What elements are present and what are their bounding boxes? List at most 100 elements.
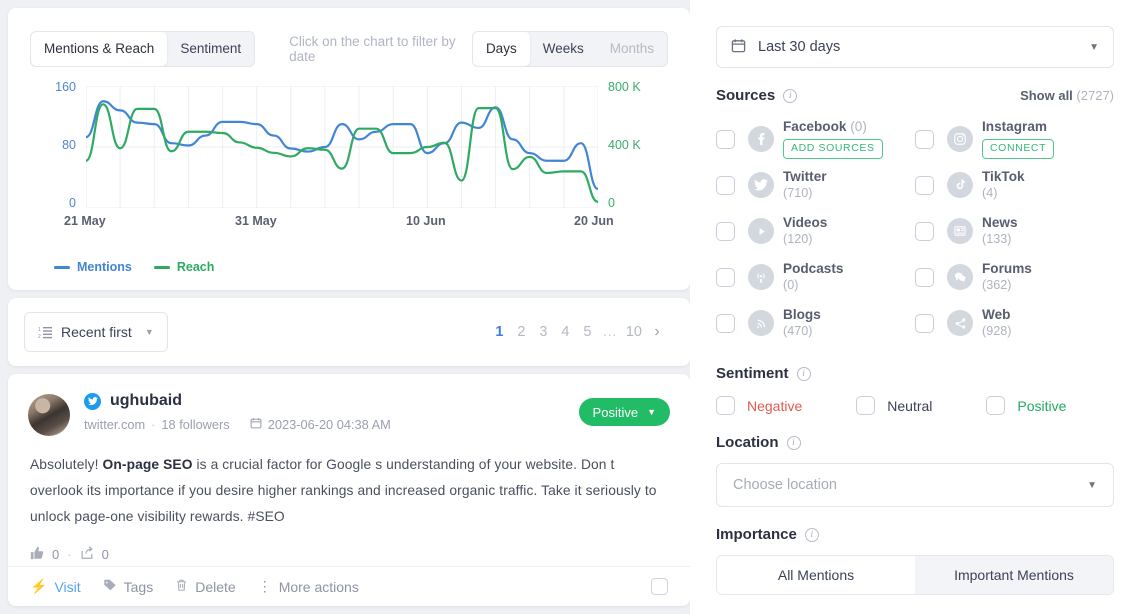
- avatar: [28, 394, 70, 436]
- source-checkbox-blogs[interactable]: [716, 313, 735, 333]
- legend-label-reach: Reach: [176, 260, 215, 274]
- source-item-web[interactable]: Web (928): [915, 300, 1114, 346]
- source-checkbox-facebook[interactable]: [716, 129, 735, 149]
- sentiment-option-positive[interactable]: Positive: [986, 396, 1066, 415]
- mention-sentiment-label: Positive: [592, 404, 639, 420]
- sentiment-checkbox-negative[interactable]: [716, 396, 735, 415]
- trash-icon: [175, 578, 188, 595]
- action-tags[interactable]: Tags: [103, 578, 153, 595]
- sentiment-option-negative[interactable]: Negative: [716, 396, 802, 415]
- info-icon[interactable]: i: [783, 88, 798, 103]
- sort-dropdown[interactable]: 1 2 Recent first ▼: [24, 312, 168, 352]
- source-text: TikTok (4): [982, 169, 1025, 202]
- info-icon[interactable]: i: [804, 527, 819, 542]
- sentiment-checkbox-neutral[interactable]: [856, 396, 876, 415]
- action-visit[interactable]: ⚡ Visit: [30, 578, 81, 595]
- svg-text:2: 2: [38, 334, 41, 339]
- page-10[interactable]: 10: [626, 324, 642, 340]
- next-page-icon[interactable]: ›: [650, 323, 664, 341]
- list-controls-card: 1 2 Recent first ▼ 1 2 3 4 5 … 10 ›: [8, 298, 690, 366]
- chart-card: Mentions & Reach Sentiment Click on the …: [8, 8, 690, 290]
- source-checkbox-tiktok[interactable]: [915, 175, 934, 195]
- mention-select-checkbox[interactable]: [651, 578, 668, 595]
- importance-tab-all[interactable]: All Mentions: [717, 556, 915, 594]
- source-text: Forums (362): [982, 261, 1032, 294]
- action-delete[interactable]: Delete: [175, 578, 236, 595]
- source-checkbox-news[interactable]: [915, 221, 934, 241]
- chart-plot-area[interactable]: 160 80 0 800 K 400 K 0 21 May 31 May 10 …: [8, 76, 690, 236]
- source-count: (470): [783, 323, 813, 338]
- source-text: Blogs (470): [783, 307, 821, 340]
- info-icon[interactable]: i: [786, 435, 801, 450]
- source-checkbox-web[interactable]: [915, 313, 934, 333]
- sources-total-count: (2727): [1076, 88, 1114, 103]
- source-checkbox-videos[interactable]: [716, 221, 735, 241]
- mention-header: ughubaid twitter.com · 18 followers 2023: [8, 374, 690, 436]
- source-item-forums[interactable]: Forums (362): [915, 254, 1114, 300]
- location-input[interactable]: Choose location ▼: [716, 463, 1114, 507]
- granularity-weeks[interactable]: Weeks: [530, 32, 597, 66]
- thumbs-up-icon: [30, 546, 44, 563]
- granularity-months[interactable]: Months: [597, 32, 667, 66]
- action-more[interactable]: ⋮ More actions: [258, 578, 359, 595]
- source-name: Twitter: [783, 168, 827, 184]
- source-action-connect[interactable]: CONNECT: [982, 139, 1055, 159]
- page-4[interactable]: 4: [558, 324, 572, 340]
- mention-likes: 0: [52, 547, 60, 562]
- tab-sentiment[interactable]: Sentiment: [167, 32, 254, 66]
- mention-body-highlight: On-page SEO: [102, 457, 193, 472]
- date-range-dropdown[interactable]: Last 30 days ▼: [716, 26, 1114, 68]
- source-item-facebook[interactable]: Facebook (0) ADD SOURCES: [716, 116, 915, 162]
- action-delete-label: Delete: [195, 578, 236, 595]
- info-icon[interactable]: i: [796, 366, 811, 381]
- sentiment-option-neutral[interactable]: Neutral: [856, 396, 932, 415]
- sources-show-all[interactable]: Show all (2727): [1020, 88, 1114, 103]
- lightning-icon: ⚡: [30, 578, 48, 594]
- page-2[interactable]: 2: [514, 324, 528, 340]
- source-item-twitter[interactable]: Twitter (710): [716, 162, 915, 208]
- source-action-add-sources[interactable]: ADD SOURCES: [783, 139, 883, 159]
- instagram-icon: [947, 126, 973, 152]
- source-item-instagram[interactable]: Instagram CONNECT: [915, 116, 1114, 162]
- source-item-news[interactable]: News (133): [915, 208, 1114, 254]
- legend-label-mentions: Mentions: [77, 260, 132, 274]
- page-3[interactable]: 3: [536, 324, 550, 340]
- source-checkbox-instagram[interactable]: [915, 129, 934, 149]
- source-count: (362): [982, 277, 1012, 292]
- page-ellipsis: …: [602, 324, 618, 340]
- source-text: Podcasts (0): [783, 261, 843, 294]
- source-name: Videos: [783, 214, 828, 230]
- podcast-icon: [748, 264, 774, 290]
- mention-date: 2023-06-20 04:38 AM: [267, 417, 391, 432]
- source-item-videos[interactable]: Videos (120): [716, 208, 915, 254]
- sort-list-icon: 1 2: [38, 326, 52, 339]
- sentiment-header: Sentiment i: [716, 365, 1114, 382]
- location-placeholder: Choose location: [733, 477, 837, 493]
- source-item-podcasts[interactable]: Podcasts (0): [716, 254, 915, 300]
- tab-mentions-reach[interactable]: Mentions & Reach: [31, 32, 168, 66]
- legend-swatch-reach: [153, 265, 170, 269]
- source-text: Facebook (0) ADD SOURCES: [783, 119, 883, 159]
- sentiment-checkbox-positive[interactable]: [986, 396, 1006, 415]
- y-axis-tick-left-bottom: 0: [69, 196, 76, 210]
- source-checkbox-podcasts[interactable]: [716, 267, 735, 287]
- sentiment-title: Sentiment: [716, 365, 789, 382]
- tiktok-icon: [947, 172, 973, 198]
- page-1[interactable]: 1: [492, 324, 506, 340]
- source-checkbox-twitter[interactable]: [716, 175, 735, 195]
- action-more-label: More actions: [278, 578, 359, 595]
- chat-bubbles-icon: [947, 264, 973, 290]
- source-item-blogs[interactable]: Blogs (470): [716, 300, 915, 346]
- mention-author-name[interactable]: ughubaid: [110, 392, 182, 410]
- importance-tab-important[interactable]: Important Mentions: [915, 556, 1113, 594]
- sentiment-options: Negative Neutral Positive: [716, 396, 1114, 415]
- page-5[interactable]: 5: [580, 324, 594, 340]
- sentiment-label-negative: Negative: [747, 397, 803, 414]
- mention-card: ughubaid twitter.com · 18 followers 2023: [8, 374, 690, 606]
- mention-sentiment-badge[interactable]: Positive ▼: [578, 398, 670, 426]
- importance-tabs: All Mentions Important Mentions: [716, 555, 1114, 595]
- source-item-tiktok[interactable]: TikTok (4): [915, 162, 1114, 208]
- source-count: (120): [783, 231, 813, 246]
- source-checkbox-forums[interactable]: [915, 267, 934, 287]
- granularity-days[interactable]: Days: [472, 32, 530, 66]
